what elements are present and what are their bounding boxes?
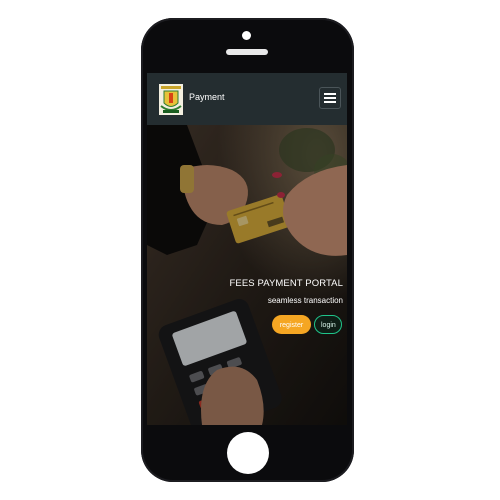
hero-overlay [147, 125, 347, 425]
navbar: Payment [147, 73, 347, 125]
register-button[interactable]: register [272, 315, 311, 334]
phone-screen: Payment FEES PAYMENT PORTAL seamless tra… [147, 73, 347, 425]
hero-section: FEES PAYMENT PORTAL seamless transaction… [147, 125, 347, 425]
hero-subtitle: seamless transaction [267, 296, 343, 305]
brand-title[interactable]: Payment [189, 92, 225, 102]
home-button[interactable] [227, 432, 269, 474]
hamburger-menu-icon[interactable] [319, 87, 341, 109]
school-crest-icon[interactable] [158, 83, 184, 116]
login-button[interactable]: login [314, 315, 342, 334]
hero-title: FEES PAYMENT PORTAL [229, 278, 343, 289]
front-camera [242, 31, 251, 40]
earpiece-speaker [226, 49, 268, 55]
